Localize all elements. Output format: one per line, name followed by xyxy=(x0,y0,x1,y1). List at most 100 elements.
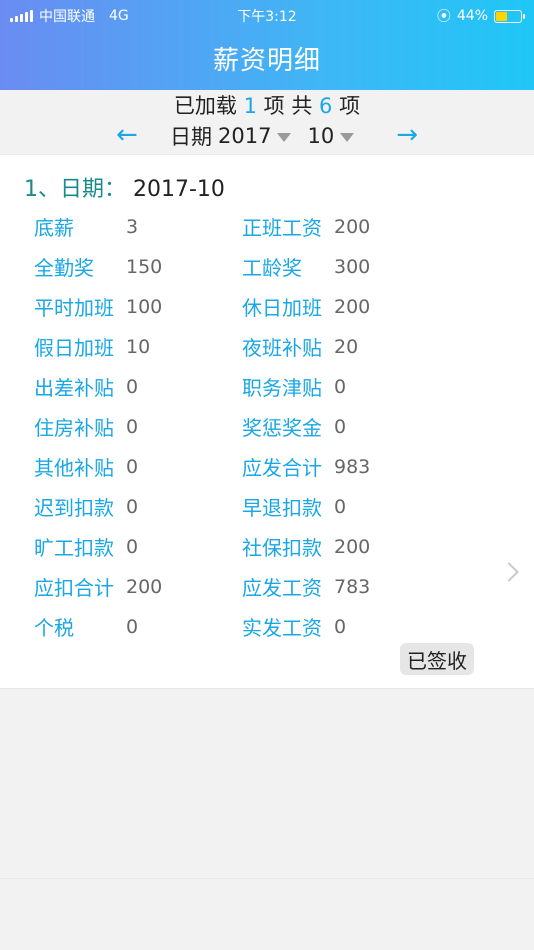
salary-item: 工龄奖 300 xyxy=(242,252,370,281)
battery-fill xyxy=(496,11,508,21)
item-label: 应扣合计 xyxy=(34,576,114,600)
item-label: 全勤奖 xyxy=(34,256,94,280)
salary-item: 住房补贴 0 xyxy=(34,412,138,441)
item-label: 正班工资 xyxy=(242,216,322,240)
item-value: 0 xyxy=(334,615,347,638)
item-value: 0 xyxy=(334,375,347,398)
item-value: 0 xyxy=(126,495,139,518)
item-label: 应发合计 xyxy=(242,456,322,480)
salary-card: 1、日期： 2017-10 底薪 3 正班工资 200 全勤奖 150 工龄奖 … xyxy=(0,154,534,689)
item-value: 0 xyxy=(126,535,139,558)
item-label: 旷工扣款 xyxy=(34,536,114,560)
salary-row: 出差补贴 0 职务津贴 0 xyxy=(34,367,494,407)
item-value: 10 xyxy=(126,335,151,358)
item-value: 200 xyxy=(334,295,371,318)
record-title-prefix: 1、日期： xyxy=(24,177,126,202)
item-value: 200 xyxy=(334,535,371,558)
salary-item: 应发合计 983 xyxy=(242,452,370,481)
item-label: 工龄奖 xyxy=(242,256,302,280)
salary-row: 全勤奖 150 工龄奖 300 xyxy=(34,247,494,287)
salary-item: 休日加班 200 xyxy=(242,292,370,321)
item-label: 迟到扣款 xyxy=(34,496,114,520)
salary-item: 正班工资 200 xyxy=(242,212,370,241)
item-value: 100 xyxy=(126,295,163,318)
date-selector: ← 日期 2017 10 → xyxy=(0,120,534,154)
loaded-count: 1 xyxy=(243,94,257,118)
total-count: 6 xyxy=(319,94,333,118)
item-value: 3 xyxy=(126,215,139,238)
item-label: 其他补贴 xyxy=(34,456,114,480)
item-value: 983 xyxy=(334,455,371,478)
item-label: 休日加班 xyxy=(242,296,322,320)
salary-row: 应扣合计 200 应发工资 783 xyxy=(34,567,494,607)
salary-item: 平时加班 100 xyxy=(34,292,162,321)
item-label: 应发工资 xyxy=(242,576,322,600)
next-arrow-icon[interactable]: → xyxy=(396,120,418,150)
item-label: 出差补贴 xyxy=(34,376,114,400)
salary-grid: 底薪 3 正班工资 200 全勤奖 150 工龄奖 300 平时加班 100 休… xyxy=(34,207,494,647)
load-prefix: 已加载 xyxy=(173,94,237,118)
app-header: 中国联通 4G 下午3:12 ⦿ 44% 薪资明细 xyxy=(0,0,534,90)
item-value: 0 xyxy=(334,495,347,518)
salary-item: 旷工扣款 0 xyxy=(34,532,138,561)
item-label: 实发工资 xyxy=(242,616,322,640)
month-dropdown-icon[interactable] xyxy=(340,132,355,142)
item-label: 住房补贴 xyxy=(34,416,114,440)
salary-row: 迟到扣款 0 早退扣款 0 xyxy=(34,487,494,527)
salary-item: 早退扣款 0 xyxy=(242,492,346,521)
item-value: 200 xyxy=(126,575,163,598)
salary-item: 假日加班 10 xyxy=(34,332,150,361)
salary-row: 个税 0 实发工资 0 xyxy=(34,607,494,647)
salary-row: 平时加班 100 休日加班 200 xyxy=(34,287,494,327)
salary-item: 迟到扣款 0 xyxy=(34,492,138,521)
salary-item: 应扣合计 200 xyxy=(34,572,162,601)
salary-row: 其他补贴 0 应发合计 983 xyxy=(34,447,494,487)
salary-item: 夜班补贴 20 xyxy=(242,332,358,361)
page-title: 薪资明细 xyxy=(212,46,321,76)
salary-item: 底薪 3 xyxy=(34,212,138,241)
status-right: ⦿ 44% xyxy=(436,6,525,26)
salary-row: 旷工扣款 0 社保扣款 200 xyxy=(34,527,494,567)
year-dropdown-icon[interactable] xyxy=(277,132,292,142)
salary-row: 住房补贴 0 奖惩奖金 0 xyxy=(34,407,494,447)
salary-item: 社保扣款 200 xyxy=(242,532,370,561)
salary-item: 其他补贴 0 xyxy=(34,452,138,481)
salary-row: 底薪 3 正班工资 200 xyxy=(34,207,494,247)
item-label: 奖惩奖金 xyxy=(242,416,322,440)
battery-percent: 44% xyxy=(456,8,488,24)
item-label: 社保扣款 xyxy=(242,536,322,560)
item-value: 0 xyxy=(334,415,347,438)
item-label: 职务津贴 xyxy=(242,376,322,400)
salary-item: 实发工资 0 xyxy=(242,612,346,641)
battery-icon xyxy=(494,9,525,23)
empty-list-area xyxy=(0,689,534,879)
salary-item: 出差补贴 0 xyxy=(34,372,138,401)
load-middle: 项 共 xyxy=(263,94,313,118)
item-value: 0 xyxy=(126,415,139,438)
prev-arrow-icon[interactable]: ← xyxy=(116,120,138,150)
item-label: 早退扣款 xyxy=(242,496,322,520)
item-label: 假日加班 xyxy=(34,336,114,360)
item-value: 20 xyxy=(334,335,359,358)
item-label: 平时加班 xyxy=(34,296,114,320)
item-label: 夜班补贴 xyxy=(242,336,322,360)
salary-row: 假日加班 10 夜班补贴 20 xyxy=(34,327,494,367)
rotation-lock-icon: ⦿ xyxy=(436,9,451,25)
date-picker: 日期 2017 10 xyxy=(170,121,355,151)
signed-button[interactable]: 已签收 xyxy=(400,643,474,675)
date-label: 日期 xyxy=(170,125,212,149)
item-value: 150 xyxy=(126,255,163,278)
record-date: 2017-10 xyxy=(133,177,225,202)
item-value: 0 xyxy=(126,615,139,638)
item-value: 783 xyxy=(334,575,371,598)
year-select[interactable]: 2017 xyxy=(218,124,271,148)
salary-item: 全勤奖 150 xyxy=(34,252,162,281)
item-value: 300 xyxy=(334,255,371,278)
item-label: 底薪 xyxy=(34,216,74,240)
load-suffix: 项 xyxy=(339,94,361,118)
chevron-right-icon[interactable] xyxy=(499,562,519,582)
item-value: 0 xyxy=(126,375,139,398)
month-select[interactable]: 10 xyxy=(307,124,334,148)
salary-item: 个税 0 xyxy=(34,612,138,641)
item-value: 200 xyxy=(334,215,371,238)
